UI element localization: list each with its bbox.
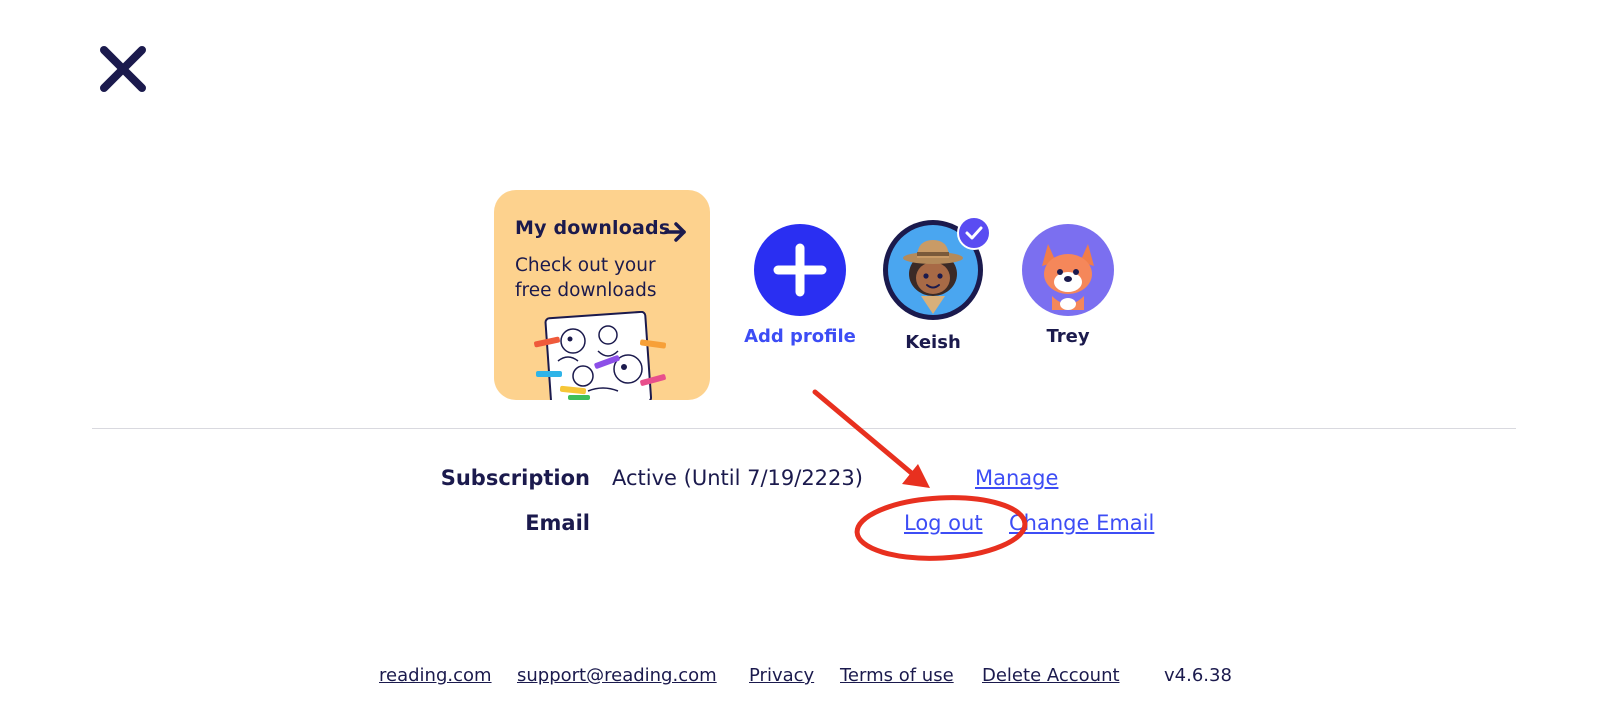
annotation-arrow xyxy=(812,389,918,479)
downloads-subtitle: Check out your free downloads xyxy=(515,255,657,301)
email-label: Email xyxy=(525,511,590,535)
red-annotation-overlay xyxy=(812,389,1028,561)
manage-subscription-link[interactable]: Manage xyxy=(975,466,1058,490)
profile-keish[interactable]: Keish xyxy=(880,216,991,353)
close-icon xyxy=(100,46,146,92)
coloring-page-icon xyxy=(534,311,667,400)
check-badge-icon xyxy=(957,216,991,250)
add-profile-button[interactable]: Add profile xyxy=(742,224,858,347)
footer-link-delete-account[interactable]: Delete Account xyxy=(982,665,1120,686)
my-downloads-card[interactable]: My downloads Check out your free downloa… xyxy=(494,190,710,400)
footer-link-reading[interactable]: reading.com xyxy=(379,665,492,686)
close-button[interactable] xyxy=(96,42,150,96)
add-profile-label: Add profile xyxy=(744,326,856,347)
annotation-arrowhead xyxy=(902,464,930,488)
subscription-label: Subscription xyxy=(440,466,590,490)
footer-link-privacy[interactable]: Privacy xyxy=(749,665,814,686)
downloads-title: My downloads xyxy=(515,217,671,239)
profile-name-keish: Keish xyxy=(905,332,961,353)
footer-link-terms[interactable]: Terms of use xyxy=(840,665,954,686)
change-email-link[interactable]: Change Email xyxy=(1009,511,1154,535)
log-out-link[interactable]: Log out xyxy=(904,511,983,535)
footer-link-support[interactable]: support@reading.com xyxy=(517,665,717,686)
fox-avatar xyxy=(1022,224,1114,316)
app-version: v4.6.38 xyxy=(1164,665,1232,686)
arrow-right-icon xyxy=(664,222,686,242)
profile-trey[interactable]: Trey xyxy=(1015,224,1121,347)
section-divider xyxy=(92,428,1516,429)
plus-icon xyxy=(754,224,846,316)
subscription-status: Active (Until 7/19/2223) xyxy=(612,466,863,490)
profile-name-trey: Trey xyxy=(1046,326,1090,347)
